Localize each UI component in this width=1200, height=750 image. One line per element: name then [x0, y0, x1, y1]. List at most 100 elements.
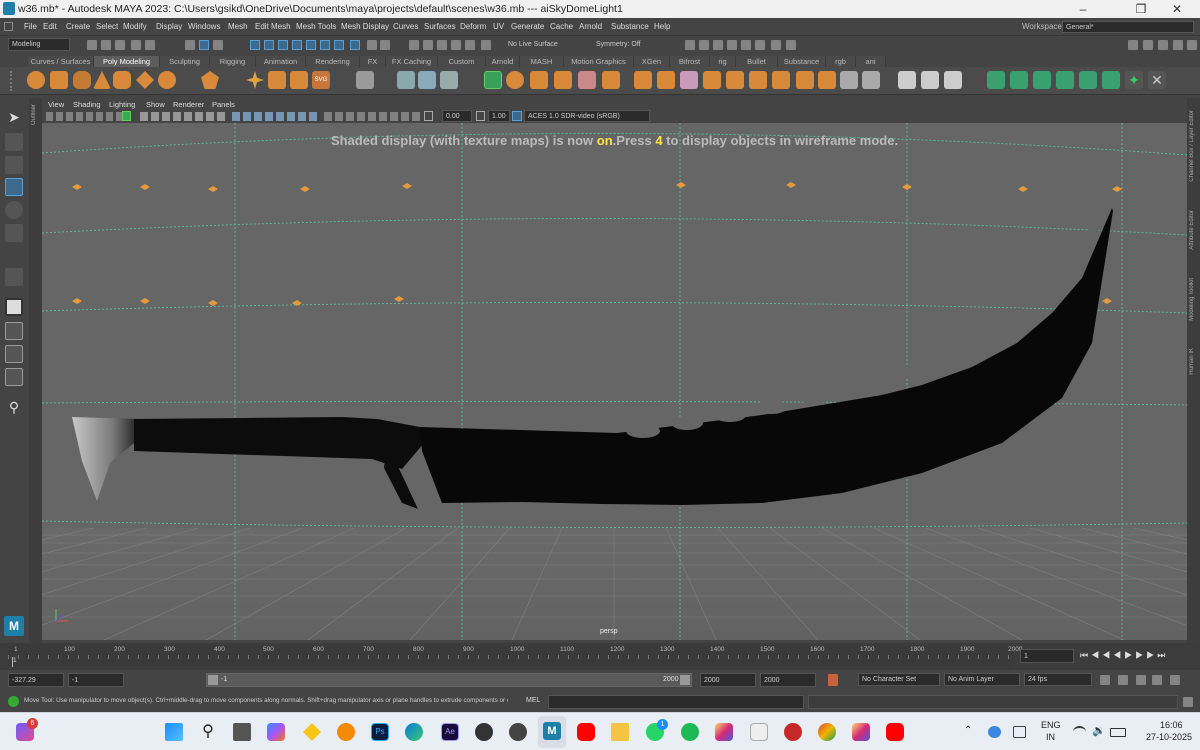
lighting-mode-icons[interactable] — [324, 112, 420, 121]
merge-icon[interactable] — [657, 71, 675, 89]
magnet-icon[interactable] — [437, 40, 447, 50]
menu-edit-mesh[interactable]: Edit Mesh — [255, 22, 291, 31]
uv-unfold-icon[interactable] — [921, 71, 939, 89]
command-line-input[interactable] — [548, 695, 804, 709]
offset-loop-icon[interactable] — [772, 71, 790, 89]
output-ops-icon[interactable] — [423, 40, 433, 50]
color-management-icon[interactable] — [512, 111, 522, 121]
menu-windows[interactable]: Windows — [188, 22, 220, 31]
step-forward-key-icon[interactable]: ▶ — [1146, 650, 1157, 660]
gamma-field[interactable]: 1.00 — [488, 110, 510, 122]
cached-playback-icon[interactable] — [1136, 675, 1146, 685]
shelf-tab-rigging[interactable]: Rigging — [210, 56, 256, 67]
svg-icon[interactable]: SVG — [312, 71, 330, 89]
time-ruler[interactable]: 1 100 200 300 400 500 600 700 800 900 10… — [8, 645, 1022, 667]
panel-menu-show[interactable]: Show — [146, 100, 165, 109]
shelf-tab-animation[interactable]: Animation — [256, 56, 306, 67]
battery-icon[interactable] — [1110, 728, 1126, 737]
new-scene-icon[interactable] — [87, 40, 97, 50]
shelf-tab-substance[interactable]: Substance — [778, 56, 826, 67]
minimize-button[interactable]: – — [1060, 1, 1106, 17]
shelf-tab-arnold[interactable]: Arnold — [486, 56, 520, 67]
super-shape-icon[interactable] — [246, 71, 264, 89]
settings-icon[interactable] — [1170, 675, 1180, 685]
poly-cone-icon[interactable] — [93, 71, 111, 89]
snap-point-icon[interactable] — [278, 40, 288, 50]
start-button-icon[interactable] — [165, 723, 183, 741]
sculpt-icon[interactable] — [987, 71, 1005, 89]
workspace-dropdown[interactable]: General* — [1062, 21, 1194, 33]
search-taskbar-icon[interactable]: ⚲ — [199, 723, 217, 741]
move-tool-icon[interactable] — [5, 178, 23, 196]
hypershade-icon[interactable] — [741, 40, 751, 50]
uv-layout-icon[interactable] — [944, 71, 962, 89]
human-ik-tab[interactable]: Human IK — [1189, 348, 1195, 375]
snap-grid-icon[interactable] — [250, 40, 260, 50]
camera-attributes-icon[interactable] — [122, 111, 131, 121]
mel-label[interactable]: MEL — [526, 697, 540, 704]
menu-deform[interactable]: Deform — [460, 22, 486, 31]
shelf-tab-fx[interactable]: FX — [360, 56, 386, 67]
play-forward-icon[interactable]: ▶ — [1124, 650, 1135, 660]
crease-icon[interactable] — [840, 71, 858, 89]
search-icon[interactable]: ⚲ — [5, 398, 23, 416]
lasso-tool-icon[interactable] — [5, 133, 23, 151]
step-back-key-icon[interactable]: ◀ — [1091, 650, 1102, 660]
scale-tool-icon[interactable] — [5, 224, 23, 242]
spotify-icon[interactable] — [681, 723, 699, 741]
playback-end-field[interactable]: 2000 — [700, 673, 756, 687]
shelf-tab-rendering[interactable]: Rendering — [306, 56, 360, 67]
camera-based-icon[interactable] — [451, 40, 461, 50]
smooth-icon[interactable] — [418, 71, 436, 89]
instagram-icon[interactable] — [715, 723, 733, 741]
fps-dropdown[interactable]: 24 fps — [1024, 673, 1092, 686]
smear-icon[interactable] — [1102, 71, 1120, 89]
maya-taskbar-active[interactable]: M — [538, 716, 566, 748]
edge-icon[interactable] — [405, 723, 423, 741]
shelf-tab-poly-modeling[interactable]: Poly Modeling — [94, 56, 160, 67]
connect-icon[interactable] — [749, 71, 767, 89]
snap-view-plane-icon[interactable] — [292, 40, 302, 50]
panel-menu-lighting[interactable]: Lighting — [109, 100, 135, 109]
go-to-start-icon[interactable]: ⏮ — [1080, 650, 1091, 660]
pen-input-icon[interactable] — [1013, 726, 1026, 738]
loop-icon[interactable] — [1100, 675, 1110, 685]
bevel-icon[interactable] — [554, 71, 572, 89]
youtube-icon[interactable] — [577, 723, 595, 741]
edge-loop-icon[interactable] — [703, 71, 721, 89]
fill-hole-icon[interactable] — [578, 71, 596, 89]
menuset-dropdown[interactable]: Modeling — [8, 38, 70, 51]
relax-icon[interactable] — [1010, 71, 1028, 89]
copilot-icon[interactable] — [267, 723, 285, 741]
panel-menu-renderer[interactable]: Renderer — [173, 100, 204, 109]
outliner-layout-icon[interactable] — [5, 368, 23, 386]
select-component-icon[interactable] — [213, 40, 223, 50]
single-perspective-view-icon[interactable] — [5, 298, 23, 316]
animation-prefs-icon[interactable] — [1152, 675, 1162, 685]
panel-menu-shading[interactable]: Shading — [73, 100, 101, 109]
exposure-field[interactable]: 0.00 — [442, 110, 472, 122]
boolean-icon[interactable] — [440, 71, 458, 89]
step-back-icon[interactable]: ◀ — [1102, 650, 1113, 660]
render-settings-icon[interactable] — [727, 40, 737, 50]
paint-select-tool-icon[interactable] — [5, 156, 23, 174]
menu-mesh-display[interactable]: Mesh Display — [341, 22, 389, 31]
pinch-icon[interactable] — [1056, 71, 1074, 89]
uv-editor-icon[interactable] — [898, 71, 916, 89]
playback-range-slider[interactable]: -1 2000 — [206, 673, 692, 687]
menu-cache[interactable]: Cache — [550, 22, 573, 31]
shelf-tab-xgen[interactable]: XGen — [634, 56, 670, 67]
outliner-side-tab[interactable]: Outliner — [29, 98, 42, 643]
show-manipulator-icon[interactable] — [5, 268, 23, 286]
rotate-tool-icon[interactable] — [5, 201, 23, 219]
save-scene-icon[interactable] — [115, 40, 125, 50]
shelf-tab-custom[interactable]: Custom — [438, 56, 486, 67]
snap-curve-icon[interactable] — [264, 40, 274, 50]
character-set-dropdown[interactable]: No Character Set — [858, 673, 940, 686]
range-start-handle[interactable] — [208, 675, 218, 685]
grid-display-icons[interactable] — [140, 112, 226, 121]
menu-file[interactable]: File — [24, 22, 37, 31]
menu-arnold[interactable]: Arnold — [579, 22, 602, 31]
channel-box-tab[interactable]: Channel Box / Layer Editor — [1189, 110, 1195, 182]
script-editor-icon[interactable] — [1183, 697, 1193, 707]
